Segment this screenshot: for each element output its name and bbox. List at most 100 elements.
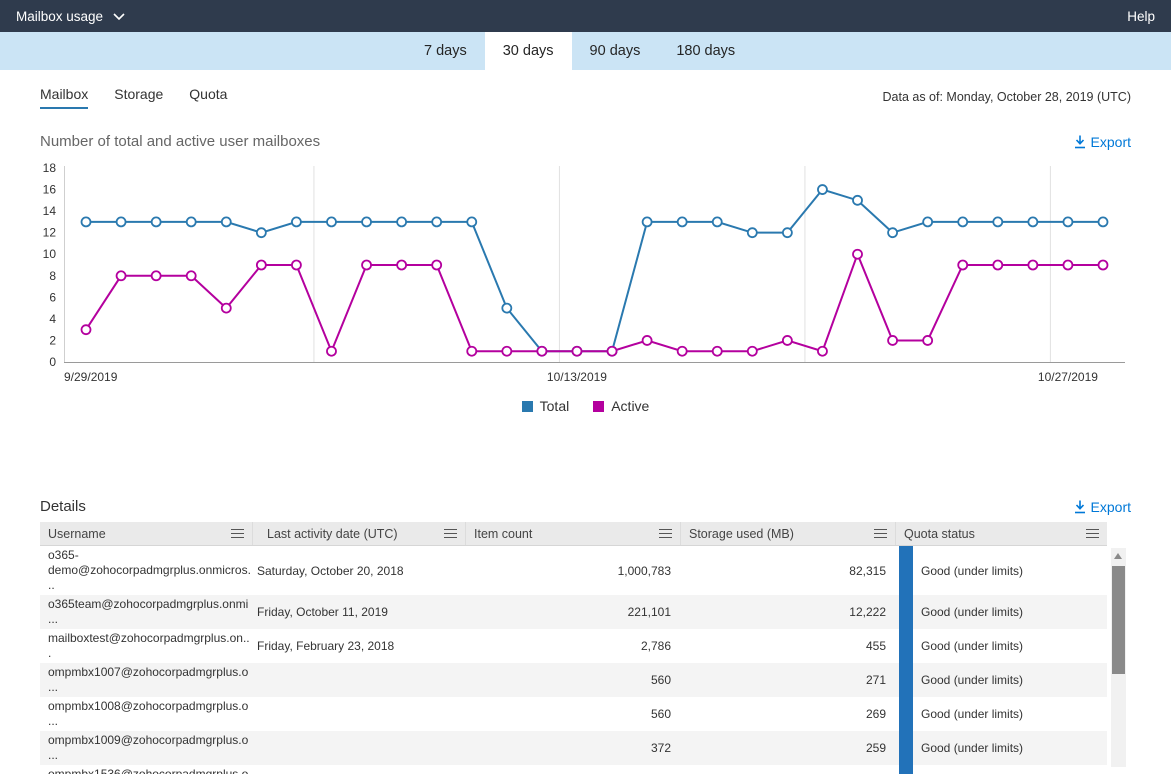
column-menu-icon[interactable] [231, 529, 244, 538]
svg-text:6: 6 [49, 290, 56, 304]
tab-90-days[interactable]: 90 days [572, 32, 659, 70]
column-header-last-activity[interactable]: Last activity date (UTC) [253, 522, 466, 545]
svg-text:10/27/2019: 10/27/2019 [1038, 370, 1098, 384]
tab-180-days[interactable]: 180 days [658, 32, 753, 70]
cell-storage-used: 12,222 [849, 605, 886, 619]
scrollbar-up-arrow-icon[interactable] [1114, 553, 1122, 559]
column-label: Last activity date (UTC) [267, 526, 398, 541]
column-label: Item count [474, 526, 533, 541]
quota-status-text: Good (under limits) [921, 605, 1024, 619]
chart-export-label: Export [1090, 133, 1131, 150]
cell-username: o365team@zohocorpadmgrplus.onmi... [40, 595, 253, 629]
quota-status-text: Good (under limits) [921, 741, 1024, 755]
table-row[interactable]: ompmbx1007@zohocorpadmgrplus.o... 560 27… [40, 663, 1107, 697]
table-row[interactable]: ompmbx1008@zohocorpadmgrplus.o... 560 26… [40, 697, 1107, 731]
cell-last-activity [253, 765, 466, 774]
username-text: ompmbx1007@zohocorpadmgrplus.o... [48, 665, 249, 694]
table-scrollbar[interactable] [1111, 548, 1126, 767]
tab-storage[interactable]: Storage [114, 86, 163, 109]
cell-item-count: 1,000,783 [617, 563, 671, 578]
cell-item-count: 372 [650, 741, 671, 755]
cell-item-count: 560 [650, 707, 671, 721]
table-row[interactable]: mailboxtest@zohocorpadmgrplus.on... Frid… [40, 629, 1107, 663]
legend-label-total: Total [539, 398, 570, 414]
svg-text:16: 16 [43, 183, 57, 197]
details-export-label: Export [1090, 498, 1131, 515]
cell-quota-status: Good (under limits) [896, 546, 1107, 595]
details-export-button[interactable]: Export [1074, 499, 1131, 515]
scrollbar-thumb[interactable] [1112, 566, 1125, 674]
svg-text:10/13/2019: 10/13/2019 [547, 370, 607, 384]
username-text: o365-demo@zohocorpadmgrplus.onmicros... [48, 548, 251, 592]
cell-storage-used: 269 [865, 707, 886, 721]
table-row[interactable]: o365team@zohocorpadmgrplus.onmi... Frida… [40, 595, 1107, 629]
quota-bar [899, 697, 913, 731]
help-link[interactable]: Help [1127, 9, 1155, 24]
column-menu-icon[interactable] [1086, 529, 1099, 538]
cell-storage-used: 82,315 [849, 563, 886, 578]
details-section-head: Details Export [40, 498, 1131, 515]
column-header-username[interactable]: Username [40, 522, 253, 545]
tab-quota[interactable]: Quota [189, 86, 227, 109]
quota-bar [899, 546, 913, 595]
details-table-body: o365-demo@zohocorpadmgrplus.onmicros... … [40, 546, 1131, 774]
cell-quota-status: Good (under limits) [896, 663, 1107, 697]
column-label: Username [48, 526, 106, 541]
chart-export-button[interactable]: Export [1074, 134, 1131, 150]
details-title: Details [40, 498, 86, 515]
svg-text:9/29/2019: 9/29/2019 [64, 370, 118, 384]
column-menu-icon[interactable] [659, 529, 672, 538]
cell-quota-status: Good (under limits) [896, 697, 1107, 731]
legend-swatch [521, 400, 533, 412]
tab-30-days[interactable]: 30 days [484, 32, 572, 70]
chevron-down-icon [113, 12, 125, 20]
table-row[interactable]: ompmbx1009@zohocorpadmgrplus.o... 372 25… [40, 731, 1107, 765]
column-menu-icon[interactable] [874, 529, 887, 538]
username-text: ompmbx1536@zohocorpadmgrplus.o... [48, 767, 249, 774]
tab-mailbox[interactable]: Mailbox [40, 86, 89, 109]
cell-last-activity: Saturday, October 20, 2018 [257, 563, 404, 578]
cell-quota-status: Good (under limits) [896, 731, 1107, 765]
cell-item-count: 221,101 [627, 605, 671, 619]
cell-item-count: 2,786 [640, 639, 671, 653]
cell-item-count: 560 [650, 673, 671, 687]
quota-status-text: Good (under limits) [921, 707, 1024, 721]
cell-last-activity [253, 697, 466, 731]
quota-bar [899, 731, 913, 765]
report-tabs: Mailbox Storage Quota [40, 86, 227, 109]
cell-username: mailboxtest@zohocorpadmgrplus.on... [40, 629, 253, 663]
details-table: Username Last activity date (UTC) Item c… [40, 522, 1131, 774]
column-header-quota-status[interactable]: Quota status [896, 522, 1107, 545]
cell-last-activity: Friday, February 23, 2018 [257, 639, 395, 653]
cell-last-activity: Friday, October 11, 2019 [257, 605, 388, 619]
column-label: Storage used (MB) [689, 526, 794, 541]
report-selector[interactable]: Mailbox usage [16, 9, 125, 24]
cell-quota-status: Good (under limits) [896, 595, 1107, 629]
column-menu-icon[interactable] [444, 529, 457, 538]
tab-7-days[interactable]: 7 days [406, 32, 485, 70]
cell-storage-used: 259 [865, 741, 886, 755]
quota-bar [899, 765, 913, 774]
cell-storage-used: 455 [865, 639, 886, 653]
username-text: o365team@zohocorpadmgrplus.onmi... [48, 597, 249, 626]
main-content: Mailbox Storage Quota Data as of: Monday… [0, 86, 1171, 774]
quota-bar [899, 663, 913, 697]
svg-text:18: 18 [43, 161, 57, 175]
table-row[interactable]: o365-demo@zohocorpadmgrplus.onmicros... … [40, 546, 1107, 595]
table-row[interactable]: ompmbx1536@zohocorpadmgrplus.o... 513 25… [40, 765, 1107, 774]
column-header-storage-used[interactable]: Storage used (MB) [681, 522, 896, 545]
svg-text:14: 14 [43, 204, 57, 218]
cell-storage-used: 271 [865, 673, 886, 687]
cell-last-activity [253, 731, 466, 765]
column-header-item-count[interactable]: Item count [466, 522, 681, 545]
cell-last-activity [253, 663, 466, 697]
svg-text:8: 8 [49, 269, 56, 283]
username-text: ompmbx1008@zohocorpadmgrplus.o... [48, 699, 249, 728]
chart-title: Number of total and active user mailboxe… [40, 133, 321, 150]
quota-status-text: Good (under limits) [921, 563, 1024, 578]
usage-chart: 0 2 4 6 8 10 12 14 16 18 9/29/2019 10/13/2019 10/27/… [43, 161, 1125, 384]
svg-text:10: 10 [43, 247, 57, 261]
period-tab-bar: 7 days 30 days 90 days 180 days [0, 32, 1171, 70]
username-text: ompmbx1009@zohocorpadmgrplus.o... [48, 733, 249, 762]
cell-username: o365-demo@zohocorpadmgrplus.onmicros... [40, 546, 253, 595]
